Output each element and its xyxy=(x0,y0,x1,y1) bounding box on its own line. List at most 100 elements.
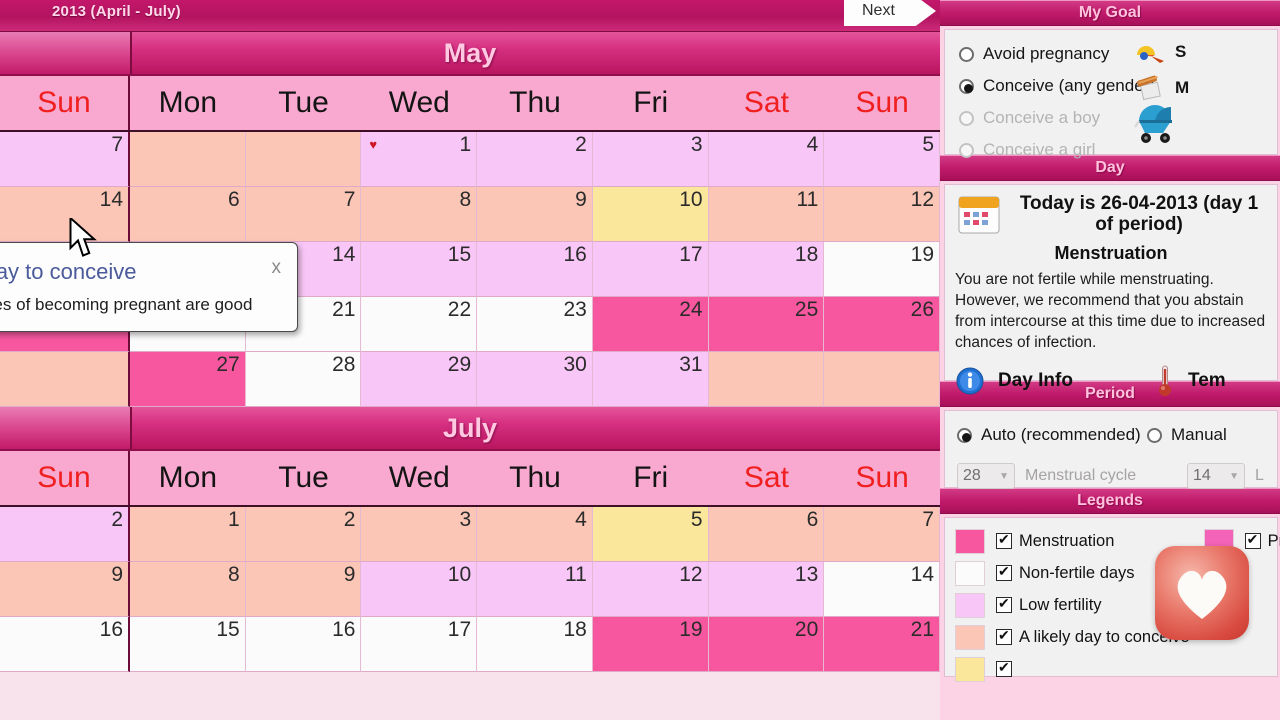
day-cell[interactable]: 13 xyxy=(708,562,825,617)
day-cell-gutter[interactable]: 7 xyxy=(0,132,130,187)
day-cell[interactable]: 7 xyxy=(245,187,362,242)
day-cell[interactable]: 17 xyxy=(361,617,478,672)
day-cell[interactable]: 17 xyxy=(592,242,709,297)
day-number: 4 xyxy=(806,133,819,156)
day-cell[interactable]: 2 xyxy=(477,132,593,187)
day-cell[interactable]: 30 xyxy=(477,352,593,407)
weekday-header-sun-7: Sun xyxy=(824,451,940,505)
day-cell[interactable]: 15 xyxy=(361,242,478,297)
day-number: 14 xyxy=(910,563,934,586)
day-cell[interactable]: 25 xyxy=(708,297,825,352)
day-cell-gutter[interactable]: 2 xyxy=(0,507,130,562)
period-manual-option[interactable]: Manual xyxy=(1147,419,1227,451)
month-block: May Sun Mon Tue Wed Thu Fri Sat Sun 7 ♥ 1 2 3 4 5 14 6 7 8 9… xyxy=(0,32,940,407)
day-cell[interactable]: 3 xyxy=(361,507,478,562)
day-cell[interactable]: 5 xyxy=(824,132,940,187)
legend-checkbox[interactable] xyxy=(996,659,1012,677)
day-cell[interactable]: 22 xyxy=(361,297,478,352)
day-cell[interactable]: 2 xyxy=(245,507,362,562)
legend-item[interactable]: A likely day to conceive xyxy=(955,621,1190,653)
day-cell[interactable]: 16 xyxy=(477,242,593,297)
month-block: July Sun Mon Tue Wed Thu Fri Sat Sun 2 1 2 3 4 5 6 7 9 8 9 1… xyxy=(0,407,940,672)
day-info-button[interactable]: Day Info xyxy=(955,366,1155,396)
day-cell[interactable]: 27 xyxy=(130,352,246,407)
day-cell[interactable]: 7 xyxy=(824,507,940,562)
day-cell[interactable]: 9 xyxy=(245,562,362,617)
day-panel: Today is 26-04-2013 (day 1 of period) Me… xyxy=(944,184,1278,396)
day-cell[interactable]: 21 xyxy=(824,617,940,672)
legend-checkbox[interactable] xyxy=(996,595,1012,613)
notes-action[interactable]: M xyxy=(1133,70,1273,106)
day-cell-gutter[interactable] xyxy=(0,352,130,407)
day-cell[interactable]: 14 xyxy=(824,562,940,617)
day-number: 10 xyxy=(447,563,472,586)
day-cell[interactable]: 24 xyxy=(592,297,709,352)
day-cell[interactable]: 18 xyxy=(708,242,825,297)
period-manual-radio[interactable] xyxy=(1147,427,1162,443)
day-cell[interactable]: 6 xyxy=(130,187,246,242)
day-number: 19 xyxy=(910,243,934,266)
day-number: 15 xyxy=(447,243,472,266)
day-cell[interactable]: 26 xyxy=(824,297,940,352)
goal-radio[interactable] xyxy=(959,46,974,62)
day-cell[interactable] xyxy=(130,132,246,187)
menstrual-cycle-select[interactable]: 28 ▼ xyxy=(957,463,1015,489)
day-cell[interactable]: 31 xyxy=(592,352,709,407)
goal-radio xyxy=(959,142,974,158)
legend-item[interactable] xyxy=(955,653,1190,685)
day-cell[interactable]: 16 xyxy=(245,617,362,672)
weekday-header-row: Sun Mon Tue Wed Thu Fri Sat Sun xyxy=(0,451,940,507)
day-cell[interactable] xyxy=(245,132,362,187)
day-number: 14 xyxy=(332,243,356,266)
luteal-phase-select[interactable]: 14 ▼ xyxy=(1187,463,1245,489)
temperature-button[interactable]: Tem xyxy=(1155,364,1226,398)
day-cell[interactable]: 1 xyxy=(130,507,246,562)
day-cell[interactable]: 20 xyxy=(708,617,825,672)
day-cell[interactable]: 8 xyxy=(361,187,478,242)
day-cell[interactable]: 3 xyxy=(592,132,709,187)
day-cell[interactable]: 12 xyxy=(592,562,709,617)
day-cell[interactable]: 23 xyxy=(477,297,593,352)
day-cell[interactable]: 19 xyxy=(824,242,940,297)
day-cell[interactable]: 18 xyxy=(477,617,593,672)
legend-checkbox[interactable] xyxy=(996,563,1012,581)
day-cell[interactable] xyxy=(824,352,940,407)
day-cell[interactable]: 29 xyxy=(361,352,478,407)
day-cell[interactable]: ♥ 1 xyxy=(361,132,478,187)
day-cell[interactable]: 15 xyxy=(130,617,246,672)
day-cell[interactable]: 19 xyxy=(592,617,709,672)
legends-header-label: Legends xyxy=(1077,492,1143,509)
day-cell[interactable]: 8 xyxy=(130,562,246,617)
tooltip-close-icon[interactable]: x xyxy=(272,257,282,279)
day-cell-gutter[interactable]: 16 xyxy=(0,617,130,672)
legend-checkbox[interactable] xyxy=(996,627,1012,645)
day-cell[interactable]: 11 xyxy=(708,187,825,242)
day-cell[interactable]: 28 xyxy=(245,352,362,407)
calendar-icon xyxy=(958,196,1000,234)
day-cell[interactable]: 6 xyxy=(708,507,825,562)
goal-radio[interactable] xyxy=(959,78,974,94)
day-cell[interactable]: 4 xyxy=(477,507,593,562)
stroller-action[interactable] xyxy=(1133,105,1273,143)
statistics-action[interactable]: S xyxy=(1133,34,1273,70)
weekday-header-sat-6: Sat xyxy=(708,76,825,130)
day-tooltip: A likely day to conceive Your chances of… xyxy=(0,242,298,332)
period-auto-option[interactable]: Auto (recommended) xyxy=(957,419,1147,451)
legend-item[interactable]: Menstruation xyxy=(955,525,1190,557)
day-cell[interactable]: 12 xyxy=(824,187,940,242)
day-number: 6 xyxy=(228,188,240,211)
day-cell[interactable]: 11 xyxy=(477,562,593,617)
day-cell[interactable]: 4 xyxy=(708,132,825,187)
next-button[interactable]: Next xyxy=(844,0,936,26)
legend-checkbox[interactable] xyxy=(1244,531,1261,549)
day-cell-gutter[interactable]: 9 xyxy=(0,562,130,617)
period-auto-radio[interactable] xyxy=(957,427,972,443)
day-cell-gutter[interactable]: 14 xyxy=(0,187,130,242)
day-cell[interactable]: 9 xyxy=(477,187,593,242)
day-cell[interactable]: 10 xyxy=(361,562,478,617)
legend-checkbox[interactable] xyxy=(996,531,1012,549)
day-cell[interactable]: 5 xyxy=(592,507,709,562)
day-cell[interactable]: 10 xyxy=(592,187,709,242)
day-cell[interactable] xyxy=(708,352,825,407)
week-row: 2 1 2 3 4 5 6 7 xyxy=(0,507,940,562)
